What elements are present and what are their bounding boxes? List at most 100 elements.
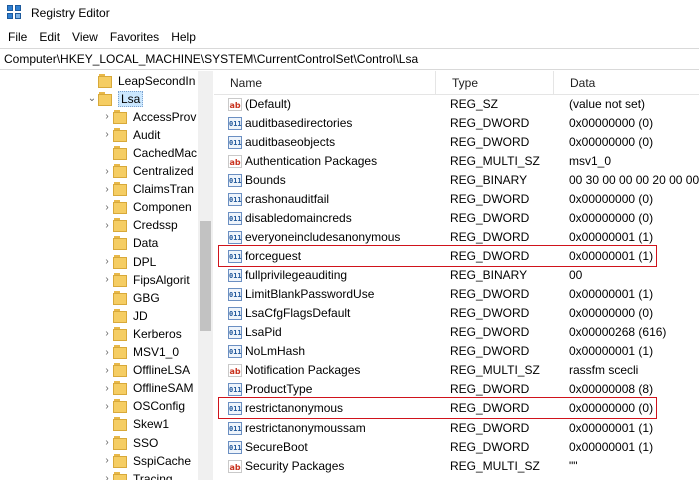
folder-icon xyxy=(113,417,127,432)
chevron-right-icon[interactable]: › xyxy=(101,184,113,195)
value-name: restrictanonymoussam xyxy=(245,420,366,435)
value-type: REG_DWORD xyxy=(450,192,530,207)
values-list: Name Type Data ab (Default) REG_SZ (value n… xyxy=(214,71,699,480)
chevron-right-icon[interactable]: › xyxy=(101,437,113,448)
chevron-right-icon[interactable]: › xyxy=(101,129,113,140)
tree-item-jd[interactable]: JD xyxy=(101,306,148,325)
tree-item-offlinelsa[interactable]: › OfflineLSA xyxy=(101,361,190,380)
value-name: LimitBlankPasswordUse xyxy=(245,287,375,302)
value-data: 00 xyxy=(569,268,583,283)
value-row-nolmhash[interactable]: 011 NoLmHash REG_DWORD 0x00000001 (1) xyxy=(214,342,699,361)
menu-help[interactable]: Help xyxy=(165,27,202,47)
chevron-right-icon[interactable]: › xyxy=(101,455,113,466)
value-row-notification-packages[interactable]: ab Notification Packages REG_MULTI_SZ rassf… xyxy=(214,361,699,380)
tree-item-dpl[interactable]: › DPL xyxy=(101,252,156,271)
menu-file[interactable]: File xyxy=(2,27,33,47)
tree-item-skew1[interactable]: Skew1 xyxy=(101,415,169,434)
value-row-forceguest[interactable]: 011 forceguest REG_DWORD 0x00000001 (1) xyxy=(214,245,699,268)
tree-item-sso[interactable]: › SSO xyxy=(101,433,158,452)
red-highlight-box xyxy=(218,245,657,268)
binary-value-icon: 011 xyxy=(228,117,242,131)
value-name-cell: 011 auditbaseobjects xyxy=(228,133,448,152)
value-row-security-packages[interactable]: ab Security Packages REG_MULTI_SZ "" xyxy=(214,457,699,476)
value-name: Bounds xyxy=(245,173,286,188)
value-data: 00 30 00 00 00 20 00 00 xyxy=(569,173,699,188)
value-row-fullprivilegeauditing[interactable]: 011 fullprivilegeauditing REG_BINARY 00 xyxy=(214,266,699,285)
tree-item-credssp[interactable]: › Credssp xyxy=(101,216,178,235)
folder-icon xyxy=(113,381,127,396)
chevron-right-icon[interactable]: › xyxy=(101,166,113,177)
tree-item-data[interactable]: Data xyxy=(101,234,158,253)
value-row-default[interactable]: ab (Default) REG_SZ (value not set) xyxy=(214,95,699,114)
menu-favorites[interactable]: Favorites xyxy=(104,27,165,47)
tree-item-centralizedaccesspolicies[interactable]: › Centralized xyxy=(101,162,194,181)
tree-item-componentupdates[interactable]: › Componen xyxy=(101,198,192,217)
tree-item-label: Audit xyxy=(133,127,161,142)
value-name: Security Packages xyxy=(245,458,345,473)
chevron-right-icon[interactable]: › xyxy=(101,365,113,376)
value-data: rassfm scecli xyxy=(569,363,639,378)
chevron-right-icon[interactable]: › xyxy=(101,401,113,412)
folder-icon xyxy=(98,73,112,88)
folder-icon xyxy=(113,164,127,178)
tree-scrollbar[interactable] xyxy=(198,71,213,480)
tree-item-cachedmachinenames[interactable]: CachedMac xyxy=(101,143,197,162)
value-row-auditbaseobjects[interactable]: 011 auditbaseobjects REG_DWORD 0x00000000 (… xyxy=(214,133,699,152)
tree-item-fipsalgorithmpolicy[interactable]: › FipsAlgorit xyxy=(101,270,190,289)
chevron-right-icon[interactable]: › xyxy=(101,383,113,394)
value-row-authentication-packages[interactable]: ab Authentication Packages REG_MULTI_SZ msv… xyxy=(214,152,699,171)
chevron-right-icon[interactable]: › xyxy=(101,256,113,267)
tree-item-leapsecondinformation[interactable]: LeapSecondIn xyxy=(86,71,195,90)
chevron-right-icon[interactable]: › xyxy=(101,347,113,358)
tree-item-tracing[interactable]: › Tracing xyxy=(101,469,173,480)
value-row-disabledomaincreds[interactable]: 011 disabledomaincreds REG_DWORD 0x00000000… xyxy=(214,209,699,228)
value-name-cell: 011 auditbasedirectories xyxy=(228,114,448,133)
tree-item-claimstransformation[interactable]: › ClaimsTran xyxy=(101,180,194,199)
tree-item-label: OSConfig xyxy=(133,399,186,414)
tree-item-sspicache[interactable]: › SspiCache xyxy=(101,451,191,470)
tree-item-kerberos[interactable]: › Kerberos xyxy=(101,324,182,343)
value-row-restrictanonymous[interactable]: 011 restrictanonymous REG_DWORD 0x00000000 … xyxy=(214,397,699,420)
tree-item-audit[interactable]: › Audit xyxy=(101,125,160,144)
value-row-lsapid[interactable]: 011 LsaPid REG_DWORD 0x00000268 (616) xyxy=(214,323,699,342)
binary-value-icon: 011 xyxy=(228,288,242,302)
chevron-down-icon[interactable]: ⌄ xyxy=(86,93,98,104)
tree-item-lsa[interactable]: ⌄ Lsa xyxy=(86,89,144,108)
value-row-lsacfgflagsdefault[interactable]: 011 LsaCfgFlagsDefault REG_DWORD 0x00000000… xyxy=(214,304,699,323)
column-header-name[interactable]: Name xyxy=(214,71,436,95)
tree-item-offlinesam[interactable]: › OfflineSAM xyxy=(101,379,193,398)
value-row-restrictanonymoussam[interactable]: 011 restrictanonymoussam REG_DWORD 0x000000… xyxy=(214,419,699,438)
value-type: REG_DWORD xyxy=(450,306,530,321)
tree-item-label: FipsAlgorit xyxy=(133,272,190,287)
menu-edit[interactable]: Edit xyxy=(33,27,66,47)
tree-item-osconfig[interactable]: › OSConfig xyxy=(101,397,185,416)
tree-item-accessproviders[interactable]: › AccessProv xyxy=(101,107,196,126)
tree-item-msv1_0[interactable]: › MSV1_0 xyxy=(101,343,179,362)
value-row-secureboot[interactable]: 011 SecureBoot REG_DWORD 0x00000001 (1) xyxy=(214,438,699,457)
column-header-data[interactable]: Data xyxy=(554,71,699,95)
value-row-limitblankpassworduse[interactable]: 011 LimitBlankPasswordUse REG_DWORD 0x00000… xyxy=(214,285,699,304)
menu-view[interactable]: View xyxy=(66,27,104,47)
value-name-cell: ab Authentication Packages xyxy=(228,152,448,171)
value-row-auditbasedirectories[interactable]: 011 auditbasedirectories REG_DWORD 0x000000… xyxy=(214,114,699,133)
chevron-right-icon[interactable]: › xyxy=(101,202,113,213)
tree-item-gbg[interactable]: GBG xyxy=(101,288,160,307)
value-type: REG_SZ xyxy=(450,97,499,111)
value-data: 0x00000000 (0) xyxy=(569,116,654,131)
value-type: REG_DWORD xyxy=(450,116,530,131)
chevron-right-icon[interactable]: › xyxy=(101,274,113,285)
chevron-right-icon[interactable]: › xyxy=(101,111,113,122)
value-name: LsaCfgFlagsDefault xyxy=(245,306,351,321)
value-type: REG_DWORD xyxy=(450,135,530,150)
value-row-bounds[interactable]: 011 Bounds REG_BINARY 00 30 00 00 00 20 00 … xyxy=(214,171,699,190)
chevron-right-icon[interactable]: › xyxy=(101,328,113,339)
value-name-cell: 011 restrictanonymoussam xyxy=(228,419,448,438)
tree-item-label: ClaimsTran xyxy=(133,182,194,197)
chevron-right-icon[interactable]: › xyxy=(101,220,113,231)
chevron-right-icon[interactable]: › xyxy=(101,473,113,480)
value-row-crashonauditfail[interactable]: 011 crashonauditfail REG_DWORD 0x00000000 (… xyxy=(214,190,699,209)
address-bar[interactable]: Computer\HKEY_LOCAL_MACHINE\SYSTEM\Curre… xyxy=(0,48,699,70)
value-type: REG_MULTI_SZ xyxy=(450,458,540,473)
column-header-type[interactable]: Type xyxy=(436,71,554,95)
tree-scrollbar-thumb[interactable] xyxy=(200,221,211,331)
